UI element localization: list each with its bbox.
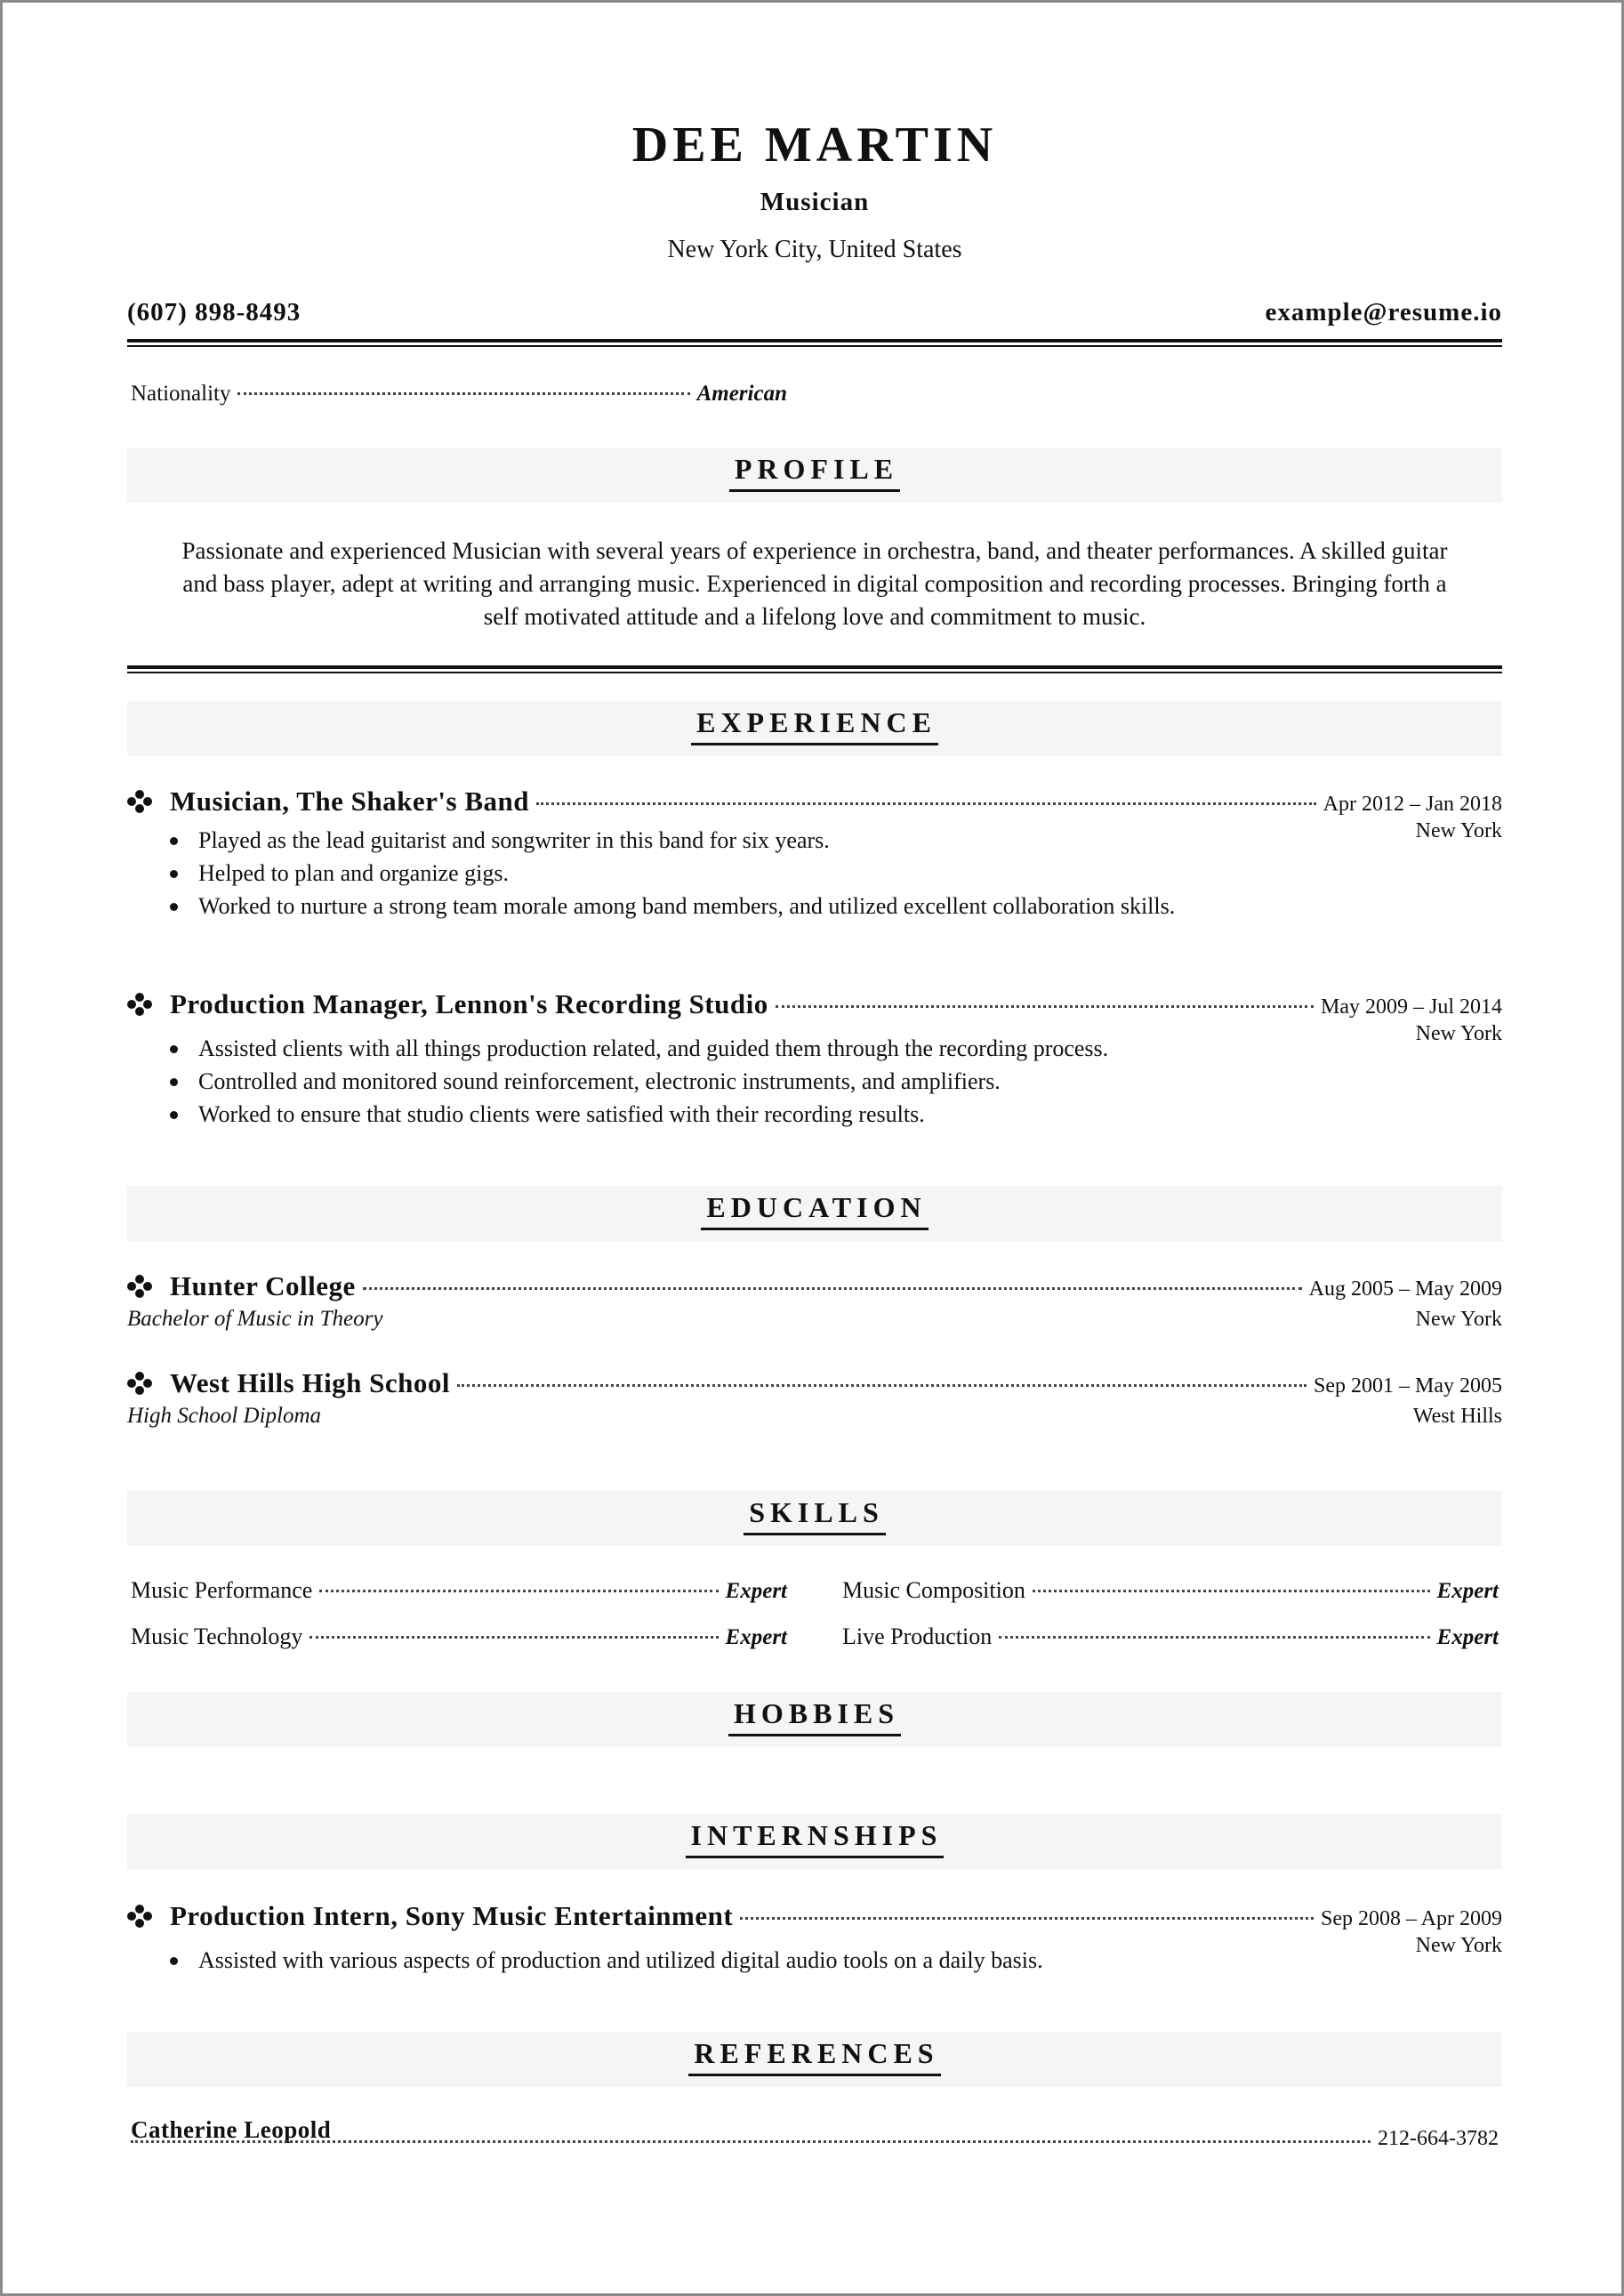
skill-name: Music Composition: [842, 1577, 1025, 1603]
entry-location: New York: [1415, 1308, 1502, 1331]
skill-level: Expert: [1436, 1625, 1499, 1649]
bullet-item: Assisted clients with all things product…: [170, 1032, 1301, 1065]
experience-section-header: EXPERIENCE: [127, 701, 1502, 756]
entry-bullets: Played as the lead guitarist and songwri…: [127, 824, 1301, 922]
resume-content: DEE MARTIN Musician New York City, Unite…: [127, 3, 1502, 2293]
dot-leader: [740, 1917, 1314, 1920]
nationality-value: American: [696, 382, 787, 406]
bullet-item: Helped to plan and organize gigs.: [170, 857, 1301, 890]
references-section-header: REFERENCES: [127, 2032, 1502, 2087]
reference-row: 212-664-3782: [131, 2127, 1499, 2151]
references-heading: REFERENCES: [688, 2037, 941, 2076]
quad-dot-bullet-icon: [127, 790, 152, 813]
skill-row: Music Performance Expert: [131, 1577, 787, 1604]
profile-divider: [127, 665, 1502, 674]
skill-level: Expert: [725, 1579, 787, 1603]
dot-leader: [362, 1287, 1302, 1290]
school-name: Hunter College: [170, 1270, 356, 1301]
candidate-location: New York City, United States: [667, 236, 962, 263]
entry-dates: Sep 2008 – Apr 2009: [1321, 1907, 1502, 1930]
skills-section-header: SKILLS: [127, 1491, 1502, 1546]
hobbies-heading: HOBBIES: [728, 1697, 902, 1736]
skill-row: Live Production Expert: [842, 1623, 1499, 1650]
bullet-item: Controlled and monitored sound reinforce…: [170, 1065, 1301, 1098]
entry-dates: May 2009 – Jul 2014: [1321, 995, 1502, 1019]
internship-entry: Production Intern, Sony Music Entertainm…: [127, 1900, 1502, 1977]
profile-summary: Passionate and experienced Musician with…: [181, 537, 1448, 630]
entry-location: West Hills: [1412, 1405, 1502, 1428]
education-heading: EDUCATION: [701, 1191, 929, 1230]
skill-level: Expert: [725, 1625, 787, 1649]
skill-row: Music Technology Expert: [131, 1623, 787, 1650]
email-link[interactable]: example@resume.io: [1265, 298, 1502, 327]
phone-number[interactable]: (607) 898-8493: [127, 298, 301, 327]
bullet-item: Played as the lead guitarist and songwri…: [170, 824, 1301, 857]
internships-section-header: INTERNSHIPS: [127, 1814, 1502, 1869]
profile-section-header: PROFILE: [127, 447, 1502, 503]
education-section-header: EDUCATION: [127, 1186, 1502, 1241]
hobbies-section-header: HOBBIES: [127, 1692, 1502, 1747]
experience-entry: Musician, The Shaker's Band Apr 2012 – J…: [127, 785, 1502, 922]
education-entry: Hunter College Aug 2005 – May 2009 Bache…: [127, 1270, 1502, 1332]
skills-heading: SKILLS: [744, 1496, 886, 1535]
education-entry: West Hills High School Sep 2001 – May 20…: [127, 1367, 1502, 1429]
experience-heading: EXPERIENCE: [691, 706, 938, 745]
dot-leader: [131, 2140, 1371, 2143]
skill-name: Music Performance: [131, 1577, 313, 1603]
bullet-item: Assisted with various aspects of product…: [170, 1944, 1301, 1977]
entry-dates: Apr 2012 – Jan 2018: [1323, 793, 1502, 816]
dot-leader: [775, 1005, 1314, 1008]
quad-dot-bullet-icon: [127, 993, 152, 1016]
nationality-row: Nationality American: [131, 382, 787, 407]
bullet-item: Worked to nurture a strong team morale a…: [170, 890, 1301, 922]
skill-row: Music Composition Expert: [842, 1577, 1499, 1604]
entry-title: Production Intern, Sony Music Entertainm…: [170, 1900, 734, 1931]
degree: High School Diploma: [127, 1404, 322, 1428]
resume-page: DEE MARTIN Musician New York City, Unite…: [0, 0, 1624, 2296]
entry-dates: Sep 2001 – May 2005: [1314, 1374, 1502, 1398]
entry-title: Musician, The Shaker's Band: [170, 785, 529, 817]
experience-entry: Production Manager, Lennon's Recording S…: [127, 988, 1502, 1131]
job-title: Musician: [760, 188, 870, 216]
quad-dot-bullet-icon: [127, 1905, 152, 1928]
dot-leader: [535, 802, 1316, 805]
bullet-item: Worked to ensure that studio clients wer…: [170, 1098, 1301, 1131]
skill-level: Expert: [1436, 1579, 1499, 1603]
school-name: West Hills High School: [170, 1367, 451, 1398]
dot-leader: [319, 1590, 719, 1592]
dot-leader: [999, 1636, 1430, 1639]
entry-bullets: Assisted with various aspects of product…: [127, 1944, 1301, 1977]
reference-phone[interactable]: 212-664-3782: [1378, 2127, 1499, 2151]
dot-leader: [1032, 1590, 1430, 1592]
dot-leader: [457, 1384, 1306, 1387]
nationality-label: Nationality: [131, 382, 231, 406]
profile-heading: PROFILE: [728, 453, 901, 492]
entry-title: Production Manager, Lennon's Recording S…: [170, 988, 768, 1019]
degree: Bachelor of Music in Theory: [127, 1307, 383, 1331]
dot-leader: [310, 1636, 719, 1639]
quad-dot-bullet-icon: [127, 1372, 152, 1395]
dot-leader: [237, 392, 690, 395]
entry-bullets: Assisted clients with all things product…: [127, 1032, 1301, 1131]
entry-dates: Aug 2005 – May 2009: [1308, 1277, 1502, 1301]
candidate-name: DEE MARTIN: [631, 117, 998, 173]
header-divider: [127, 339, 1502, 348]
internships-heading: INTERNSHIPS: [685, 1819, 945, 1858]
quad-dot-bullet-icon: [127, 1275, 152, 1298]
skill-name: Live Production: [842, 1623, 993, 1649]
skill-name: Music Technology: [131, 1623, 303, 1649]
